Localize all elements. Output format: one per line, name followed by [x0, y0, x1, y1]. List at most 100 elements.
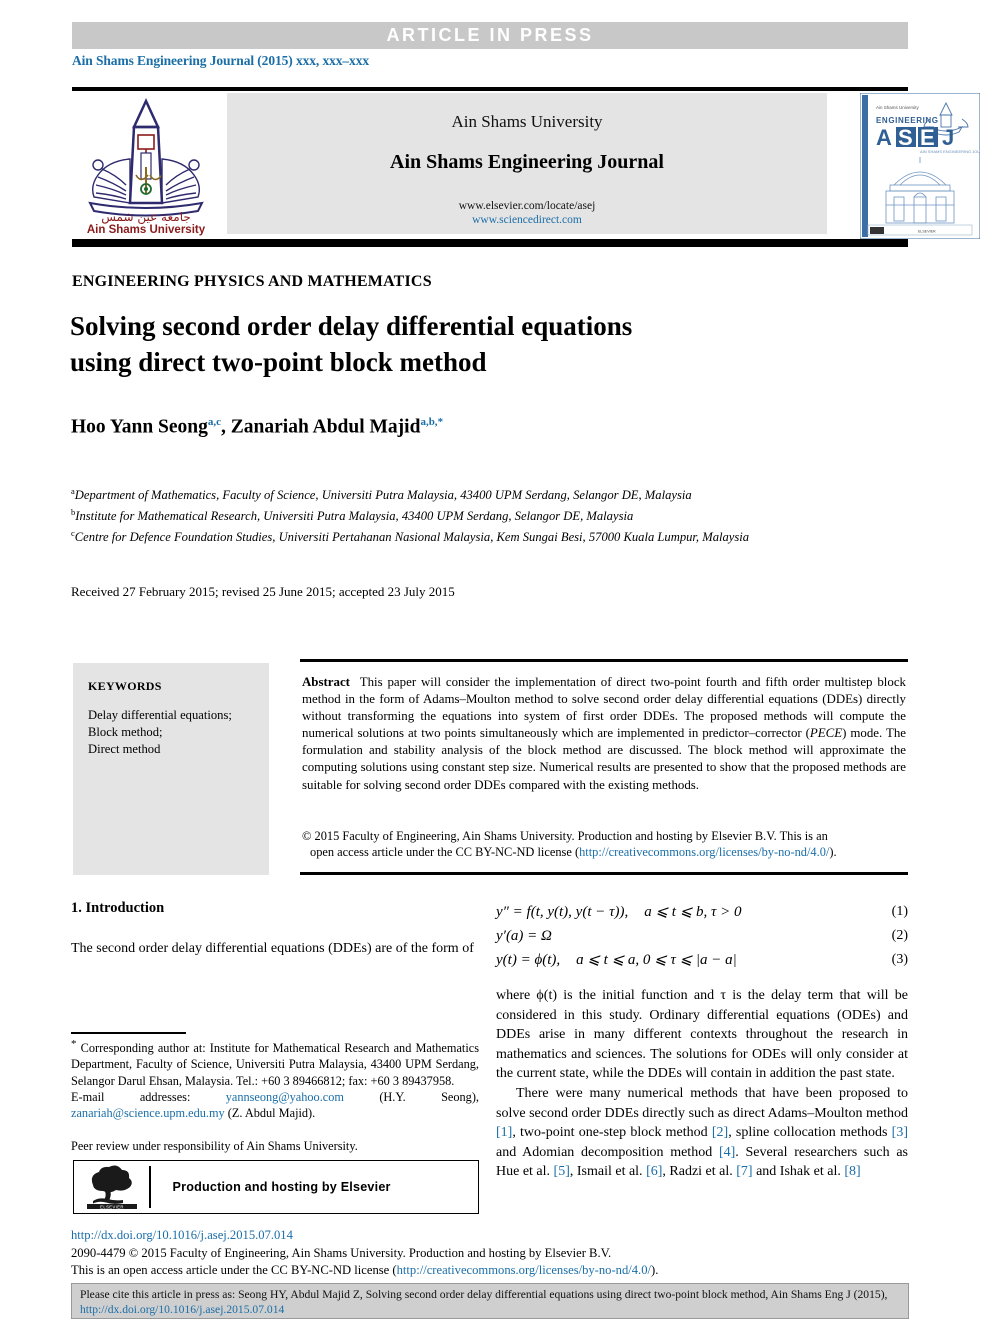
svg-text:AIN SHAMS ENGINEERING JOURNAL: AIN SHAMS ENGINEERING JOURNAL	[920, 149, 980, 154]
equation-1-condition: a ⩽ t ⩽ b, τ > 0	[644, 904, 742, 920]
equation-3-number: (3)	[891, 952, 908, 967]
equation-3-condition: ɑ ⩽ t ⩽ a, 0 ⩽ τ ⩽ |a − ɑ|	[576, 952, 737, 968]
equation-1-body: y″ = f(t, y(t), y(t − τ)),	[496, 904, 629, 920]
svg-text:جامعة عين شمس: جامعة عين شمس	[101, 210, 191, 225]
affiliation-item: cCentre for Defence Foundation Studies, …	[71, 525, 881, 546]
author-name-1: Hoo Yann Seong	[71, 416, 208, 438]
left-column: 1. Introduction The second order delay d…	[71, 900, 479, 959]
license-post-text: ).	[829, 845, 837, 860]
equation-2-number: (2)	[891, 928, 908, 943]
reference-link-5[interactable]: [5]	[554, 1164, 570, 1179]
footer-license-post: ).	[651, 1262, 659, 1277]
affiliation-list: aDepartment of Mathematics, Faculty of S…	[71, 483, 881, 546]
footnote-asterisk: *	[71, 1038, 77, 1050]
citation-notice-box: Please cite this article in press as: Se…	[71, 1283, 909, 1319]
creative-commons-license-link[interactable]: http://creativecommons.org/licenses/by-n…	[579, 845, 829, 859]
reference-link-2[interactable]: [2]	[712, 1125, 728, 1140]
keywords-heading: KEYWORDS	[88, 679, 162, 693]
email-owner-2: (Z. Abdul Majid).	[227, 1106, 316, 1121]
svg-text:J: J	[942, 125, 954, 150]
equation-3: y(t) = ϕ(t), ɑ ⩽ t ⩽ a, 0 ⩽ τ ⩽ |a − ɑ| (…	[496, 948, 908, 972]
masthead-journal-title: Ain Shams Engineering Journal	[390, 151, 664, 173]
email-addresses-label: E-mail addresses:	[71, 1089, 191, 1104]
right-paragraph-methods: There were many numerical methods that h…	[496, 1084, 908, 1182]
peer-review-statement: Peer review under responsibility of Ain …	[71, 1139, 358, 1153]
reference-link-3[interactable]: [3]	[892, 1125, 908, 1140]
issn-copyright-block: 2090-4479 © 2015 Faculty of Engineering,…	[71, 1245, 911, 1278]
abstract-label: Abstract	[302, 675, 350, 689]
methods-text-7: , Radzi et al.	[662, 1164, 737, 1180]
reference-link-4[interactable]: [4]	[719, 1145, 735, 1160]
article-in-press-text: ARTICLE IN PRESS	[386, 25, 594, 45]
footer-license-pre: This is an open access article under the…	[71, 1262, 397, 1277]
methods-text-2: , two-point one-step block method	[512, 1125, 712, 1141]
svg-text:ENGINEERING: ENGINEERING	[876, 116, 939, 125]
abstract-bottom-rule	[300, 872, 908, 875]
reference-link-7[interactable]: [7]	[736, 1164, 752, 1179]
abstract-copyright: © 2015 Faculty of Engineering, Ain Shams…	[302, 828, 908, 861]
issn-line: 2090-4479 © 2015 Faculty of Engineering,…	[71, 1246, 612, 1260]
email-link-2[interactable]: zanariah@science.upm.edu.my	[71, 1106, 225, 1120]
reference-link-6[interactable]: [6]	[646, 1164, 662, 1179]
corresponding-author-asterisk[interactable]: *	[438, 416, 444, 428]
masthead-center-panel: Ain Shams University Ain Shams Engineeri…	[227, 93, 827, 234]
svg-text:A: A	[876, 125, 894, 150]
equation-3-body: y(t) = ϕ(t),	[496, 952, 561, 968]
footer-license-link[interactable]: http://creativecommons.org/licenses/by-n…	[397, 1263, 651, 1277]
svg-text:Ain Shams University: Ain Shams University	[87, 224, 206, 236]
license-pre-text: open access article under the CC BY-NC-N…	[310, 845, 580, 860]
affiliation-item: aDepartment of Mathematics, Faculty of S…	[71, 483, 881, 504]
article-history: Received 27 February 2015; revised 25 Ju…	[71, 584, 455, 599]
elsevier-locate-url[interactable]: www.elsevier.com/locate/asej	[227, 200, 827, 212]
corresponding-author-text: Corresponding author at: Institute for M…	[71, 1041, 479, 1088]
masthead: جامعة عين شمس Ain Shams University Ain S…	[72, 92, 992, 240]
article-page: ARTICLE IN PRESS Ain Shams Engineering J…	[0, 0, 992, 1323]
page-title: Solving second order delay differential …	[70, 308, 770, 380]
methods-text-4: and Adomian decomposition method	[496, 1144, 719, 1160]
affiliation-text-b: Institute for Mathematical Research, Uni…	[75, 509, 634, 524]
keywords-list: Delay differential equations; Block meth…	[88, 708, 232, 756]
copyright-line-2: open access article under the CC BY-NC-N…	[302, 844, 908, 860]
abstract-italic-term: PECE	[809, 726, 843, 741]
copyright-line-1: © 2015 Faculty of Engineering, Ain Shams…	[302, 829, 828, 843]
introduction-paragraph-1: The second order delay differential equa…	[71, 941, 474, 956]
svg-text:ELSEVIER: ELSEVIER	[100, 1204, 124, 1209]
elsevier-tree-logo: ELSEVIER	[81, 1163, 143, 1211]
equation-block: y″ = f(t, y(t), y(t − τ)), a ⩽ t ⩽ b, τ >…	[496, 900, 908, 972]
abstract-top-rule	[300, 659, 908, 662]
masthead-top-rule	[72, 87, 908, 91]
affiliation-text-a: Department of Mathematics, Faculty of Sc…	[74, 488, 692, 503]
sciencedirect-url[interactable]: www.sciencedirect.com	[227, 214, 827, 226]
subject-section-label: ENGINEERING PHYSICS AND MATHEMATICS	[72, 273, 432, 290]
author-separator: ,	[221, 416, 231, 438]
svg-text:ELSEVIER: ELSEVIER	[918, 230, 936, 234]
footnote-rule	[71, 1032, 186, 1034]
methods-text-1: There were many numerical methods that h…	[496, 1085, 908, 1121]
svg-text:S: S	[898, 125, 913, 150]
author-affiliation-marks-1: a,c	[207, 416, 222, 428]
email-link-1[interactable]: yannseong@yahoo.com	[226, 1090, 344, 1104]
abstract-text: Abstract This paper will consider the im…	[302, 674, 906, 794]
email-owner-1: (H.Y. Seong),	[379, 1089, 480, 1104]
equation-1: y″ = f(t, y(t), y(t − τ)), a ⩽ t ⩽ b, τ >…	[496, 900, 908, 924]
reference-link-8[interactable]: [8]	[844, 1164, 860, 1179]
reference-link-1[interactable]: [1]	[496, 1125, 512, 1140]
ain-shams-university-logo: جامعة عين شمس Ain Shams University	[72, 93, 220, 237]
svg-text:Ain Shams University: Ain Shams University	[876, 105, 920, 110]
production-box-divider	[149, 1166, 151, 1208]
corresponding-author-footnote: * Corresponding author at: Institute for…	[71, 1036, 479, 1122]
masthead-bottom-rule	[72, 239, 908, 247]
methods-text-3: , spline collocation methods	[728, 1125, 892, 1141]
article-in-press-banner: ARTICLE IN PRESS	[72, 22, 908, 49]
author-name-2: Zanariah Abdul Majid	[230, 416, 421, 438]
svg-text:E: E	[920, 125, 935, 150]
author-affiliation-marks-2: a,b,	[420, 416, 438, 428]
doi-link[interactable]: http://dx.doi.org/10.1016/j.asej.2015.07…	[71, 1228, 293, 1243]
production-hosting-text: Production and hosting by Elsevier	[172, 1180, 391, 1194]
right-column: y″ = f(t, y(t), y(t − τ)), a ⩽ t ⩽ b, τ >…	[496, 900, 908, 1182]
methods-text-6: , Ismail et al.	[569, 1164, 647, 1180]
author-list: Hoo Yann Seonga,c, Zanariah Abdul Majida…	[71, 416, 443, 439]
title-line-2: using direct two-point block method	[70, 347, 487, 377]
citation-doi-link[interactable]: http://dx.doi.org/10.1016/j.asej.2015.07…	[80, 1303, 284, 1316]
keywords-panel: KEYWORDS Delay differential equations; B…	[73, 663, 269, 875]
